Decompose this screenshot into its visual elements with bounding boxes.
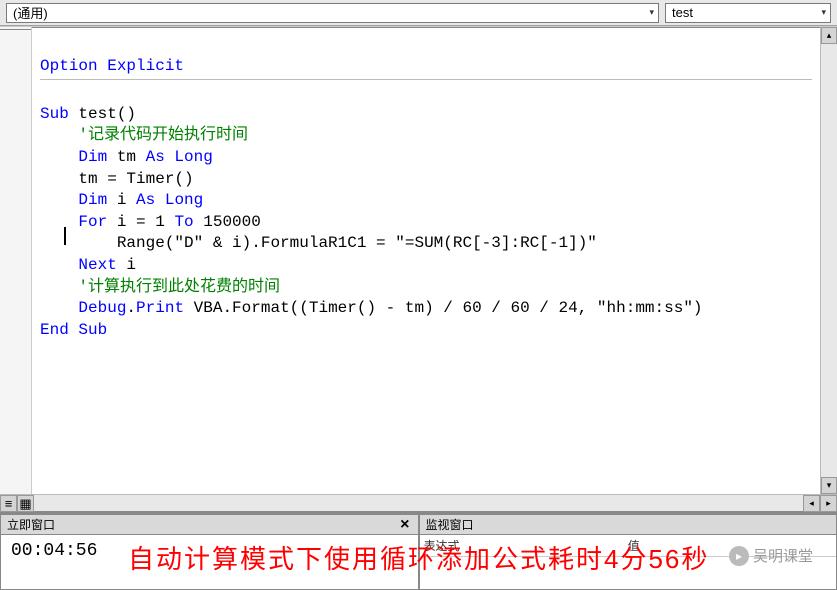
code-token: . [126, 299, 136, 317]
scroll-down-button[interactable]: ▾ [821, 477, 837, 494]
code-comment: '记录代码开始执行时间 [40, 126, 248, 144]
full-module-view-button[interactable]: ▦ [17, 495, 34, 512]
watermark-text: 吴明课堂 [753, 545, 813, 566]
margin-gutter[interactable] [0, 27, 32, 494]
code-token: Sub [40, 105, 69, 123]
procedure-view-button[interactable]: ≡ [0, 495, 17, 512]
horizontal-scrollbar-row: ≡ ▦ ◂ ▸ [0, 494, 837, 511]
code-token: tm [107, 148, 145, 166]
watermark: ▸ 吴明课堂 [729, 545, 813, 566]
code-token: As Long [136, 191, 203, 209]
code-token: To [174, 213, 193, 231]
editor-area: Option Explicit Sub test() '记录代码开始执行时间 D… [0, 26, 837, 494]
top-bar: (通用) ▾ test ▾ [0, 0, 837, 26]
code-token: As Long [146, 148, 213, 166]
chevron-down-icon: ▾ [649, 7, 654, 18]
code-token: i = 1 [107, 213, 174, 231]
close-icon[interactable]: × [398, 516, 411, 534]
code-token: Print [136, 299, 184, 317]
code-token: i [107, 191, 136, 209]
code-editor[interactable]: Option Explicit Sub test() '记录代码开始执行时间 D… [32, 27, 820, 494]
code-token: Next [40, 256, 117, 274]
watch-panel-title: 监视窗口 [426, 516, 474, 533]
code-token: 150000 [194, 213, 261, 231]
code-line: Option Explicit [40, 57, 184, 75]
wechat-icon: ▸ [729, 546, 749, 566]
code-line: End Sub [40, 321, 107, 339]
procedure-dropdown[interactable]: test ▾ [665, 3, 831, 23]
scroll-left-button[interactable]: ◂ [803, 495, 820, 512]
procedure-dropdown-value: test [672, 5, 693, 20]
code-comment: '计算执行到此处花费的时间 [40, 278, 280, 296]
scroll-up-button[interactable]: ▴ [821, 27, 837, 44]
vertical-scrollbar[interactable]: ▴ ▾ [820, 27, 837, 494]
scroll-track[interactable] [821, 44, 837, 477]
code-token: test() [69, 105, 136, 123]
code-line: Range("D" & i).FormulaR1C1 = "=SUM(RC[-3… [40, 234, 597, 252]
code-token: Dim [40, 148, 107, 166]
scroll-right-button[interactable]: ▸ [820, 495, 837, 512]
code-line: tm = Timer() [40, 170, 194, 188]
object-dropdown[interactable]: (通用) ▾ [6, 3, 659, 23]
code-token: VBA.Format((Timer() - tm) / 60 / 60 / 24… [184, 299, 702, 317]
immediate-panel-title: 立即窗口 [7, 516, 55, 533]
code-token: For [40, 213, 107, 231]
code-token: i [117, 256, 136, 274]
annotation-overlay: 自动计算模式下使用循环添加公式耗时4分56秒 [128, 539, 709, 576]
cursor-indicator [64, 227, 66, 245]
gutter-border [0, 27, 31, 30]
chevron-down-icon: ▾ [821, 7, 826, 18]
procedure-divider [40, 79, 812, 80]
object-dropdown-value: (通用) [13, 3, 48, 22]
watch-panel-header[interactable]: 监视窗口 [420, 515, 837, 535]
immediate-panel-header[interactable]: 立即窗口 × [1, 515, 418, 535]
code-token: Debug [40, 299, 126, 317]
horizontal-scroll-track[interactable] [34, 495, 803, 511]
code-token: Dim [40, 191, 107, 209]
